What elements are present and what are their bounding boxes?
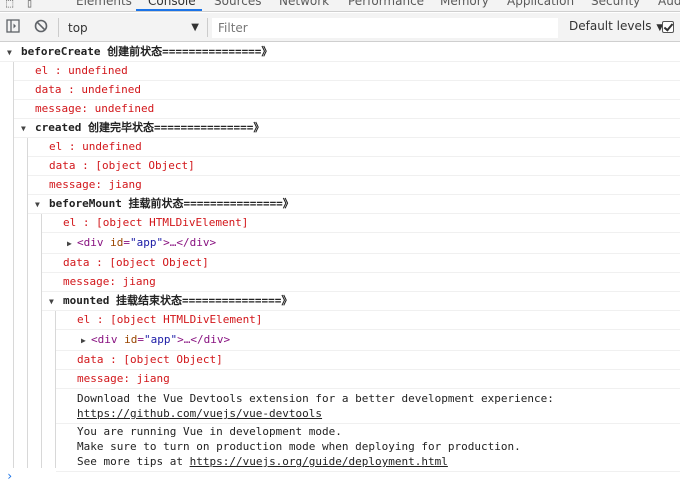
tab-audits[interactable]: Aud: [658, 0, 680, 8]
console-prompt-icon[interactable]: ›: [6, 469, 13, 483]
log-message: message: jiang: [28, 176, 680, 195]
context-value: top: [68, 21, 88, 35]
inspect-element-icon[interactable]: ⬚: [6, 0, 13, 10]
log-message: You are running Vue in development mode.…: [56, 422, 680, 472]
log-message: message: jiang: [56, 370, 680, 389]
expand-triangle-icon[interactable]: ▼: [21, 120, 35, 138]
log-group-header[interactable]: ▼ beforeMount 挂载前状态===============》: [28, 195, 680, 214]
log-group-header[interactable]: ▼ beforeCreate 创建前状态===============》: [0, 43, 680, 62]
log-message: message: undefined: [14, 100, 680, 119]
toolbar-separator: [207, 18, 208, 37]
log-levels-dropdown[interactable]: Default levels ▼: [569, 19, 663, 33]
tab-elements[interactable]: Elements: [76, 0, 132, 8]
tab-application[interactable]: Application: [507, 0, 574, 8]
log-text: Make sure to turn on production mode whe…: [77, 440, 521, 453]
tab-security[interactable]: Security: [591, 0, 640, 8]
log-message: el : undefined: [14, 62, 680, 81]
log-text: See more tips at: [77, 455, 190, 468]
devtools-link[interactable]: https://github.com/vuejs/vue-devtools: [77, 407, 322, 420]
expand-triangle-icon[interactable]: ▶: [67, 234, 77, 254]
log-group-header[interactable]: ▼ mounted 挂载结束状态===============》: [42, 292, 680, 311]
log-message: message: jiang: [42, 273, 680, 292]
log-message: Download the Vue Devtools extension for …: [56, 389, 680, 424]
clear-console-icon[interactable]: [34, 19, 50, 35]
dom-node-preview[interactable]: ▶ <div id="app">…</div>: [42, 233, 680, 254]
expand-triangle-icon[interactable]: ▼: [49, 293, 63, 311]
log-text: You are running Vue in development mode.: [77, 425, 342, 438]
chevron-down-icon: ▼: [191, 22, 199, 33]
log-message: data : [object Object]: [56, 351, 680, 370]
dom-node-preview[interactable]: ▶ <div id="app">…</div>: [56, 330, 680, 351]
context-selector[interactable]: top ▼: [62, 18, 203, 38]
tab-performance[interactable]: Performance: [348, 0, 424, 8]
console-output: ▼ beforeCreate 创建前状态===============》 el :…: [0, 43, 680, 491]
expand-triangle-icon[interactable]: ▶: [81, 331, 91, 351]
deployment-guide-link[interactable]: https://vuejs.org/guide/deployment.html: [190, 455, 448, 468]
log-levels-label: Default levels: [569, 19, 652, 33]
tab-network[interactable]: Network: [279, 0, 329, 8]
log-text: Download the Vue Devtools extension for …: [77, 392, 554, 405]
log-message: data : undefined: [14, 81, 680, 100]
expand-triangle-icon[interactable]: ▼: [35, 196, 49, 214]
toolbar-separator: [58, 18, 59, 37]
settings-checkbox[interactable]: [662, 21, 674, 33]
log-group-header[interactable]: ▼ created 创建完毕状态===============》: [14, 119, 680, 138]
filter-input[interactable]: [212, 18, 558, 38]
log-message: el : [object HTMLDivElement]: [42, 214, 680, 233]
tab-console[interactable]: Console: [148, 0, 196, 8]
tab-memory[interactable]: Memory: [440, 0, 489, 8]
log-message: el : undefined: [28, 138, 680, 157]
expand-triangle-icon[interactable]: ▼: [7, 44, 21, 62]
active-tab-indicator: [136, 9, 202, 11]
log-message: data : [object Object]: [28, 157, 680, 176]
show-sidebar-icon[interactable]: [6, 19, 22, 35]
devtools-tab-bar: ⬚ ▯ Elements Console Sources Network Per…: [0, 0, 680, 12]
log-message: data : [object Object]: [42, 254, 680, 273]
console-toolbar: top ▼ Default levels ▼: [0, 13, 680, 42]
device-toolbar-icon[interactable]: ▯: [26, 0, 33, 10]
tab-sources[interactable]: Sources: [214, 0, 261, 8]
log-message: el : [object HTMLDivElement]: [56, 311, 680, 330]
